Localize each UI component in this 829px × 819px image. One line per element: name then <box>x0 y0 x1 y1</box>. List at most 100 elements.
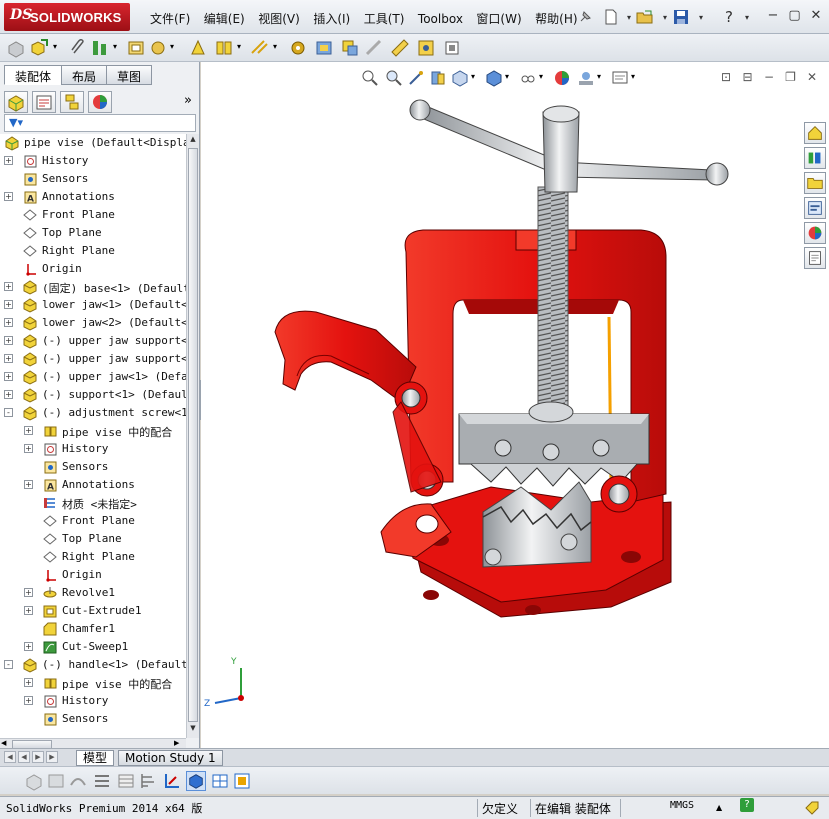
chevron-down-icon[interactable]: ▾ <box>690 6 712 28</box>
menu-file[interactable]: 文件(F) <box>146 9 194 28</box>
units-selector[interactable]: MMGS <box>670 800 694 811</box>
property-manager-tab[interactable] <box>32 91 56 113</box>
chevron-down-icon[interactable]: ▾ <box>237 42 241 51</box>
tree-item[interactable]: + (-) upper jaw support<1> <box>0 332 186 350</box>
tree-item[interactable]: Right Plane <box>0 548 186 566</box>
tree-item[interactable]: + Cut-Sweep1 <box>0 638 186 656</box>
tree-item[interactable]: + Cut-Extrude1 <box>0 602 186 620</box>
tab-layout[interactable]: 布局 <box>61 65 108 85</box>
expand-icon[interactable]: + <box>24 426 33 435</box>
expand-icon[interactable]: + <box>4 300 13 309</box>
options-gear-icon[interactable] <box>288 38 308 58</box>
tree-item[interactable]: Sensors <box>0 458 186 476</box>
expand-icon[interactable]: + <box>4 372 13 381</box>
graphics-area[interactable]: ▾ ▾ ▾ ▾ ▾ ⊡ ⊟ − ❐ ✕ Y Z <box>201 62 829 748</box>
expand-icon[interactable]: + <box>24 606 33 615</box>
expand-icon[interactable]: + <box>24 696 33 705</box>
smart-fasteners-icon[interactable] <box>90 38 110 58</box>
first-tab-icon[interactable]: ◀ <box>4 751 16 763</box>
next-tab-icon[interactable]: ▶ <box>32 751 44 763</box>
restore-icon[interactable]: ▢ <box>786 8 804 24</box>
3d-sketch-icon[interactable] <box>24 771 44 791</box>
scroll-thumb[interactable] <box>188 148 198 722</box>
tab-model[interactable]: 模型 <box>76 750 115 766</box>
tree-item[interactable]: + (固定) base<1> (Default< <box>0 278 186 296</box>
new-assembly-icon[interactable] <box>30 38 50 58</box>
bill-of-materials-icon[interactable] <box>314 38 334 58</box>
tree-item[interactable]: + History <box>0 692 186 710</box>
tree-item[interactable]: Right Plane <box>0 242 186 260</box>
tree-item[interactable]: Sensors <box>0 170 186 188</box>
expand-icon[interactable]: + <box>24 678 33 687</box>
expand-icon[interactable]: + <box>4 282 13 291</box>
filter-icon[interactable]: ▼▾ <box>9 116 23 129</box>
paperclip-icon[interactable] <box>68 38 88 58</box>
tree-item[interactable]: Chamfer1 <box>0 620 186 638</box>
interference-icon[interactable] <box>340 38 360 58</box>
close-icon[interactable]: ✕ <box>807 8 825 24</box>
chevron-down-icon[interactable]: ▾ <box>113 42 117 51</box>
tree-item[interactable]: Origin <box>0 260 186 278</box>
tree-item[interactable]: + pipe vise 中的配合 <box>0 674 186 692</box>
tree-item[interactable]: + A Annotations <box>0 476 186 494</box>
menu-view[interactable]: 视图(V) <box>254 9 304 28</box>
solidworks-logo[interactable]: DS SOLIDWORKS <box>4 3 130 31</box>
tree-item[interactable]: Top Plane <box>0 530 186 548</box>
tab-assembly[interactable]: 装配体 <box>4 65 63 85</box>
section-icon[interactable] <box>232 771 252 791</box>
move-component-icon[interactable] <box>148 38 168 58</box>
double-chevron-right-icon[interactable]: » <box>184 93 192 108</box>
axis-icon[interactable] <box>162 771 182 791</box>
pin-icon[interactable] <box>574 6 596 28</box>
lightweight-icon[interactable] <box>68 771 88 791</box>
minimize-icon[interactable]: − <box>764 8 782 24</box>
expand-icon[interactable]: + <box>24 444 33 453</box>
tree-item[interactable]: pipe vise (Default<Display <box>0 134 186 152</box>
last-tab-icon[interactable]: ▶ <box>46 751 58 763</box>
tree-item[interactable]: + History <box>0 152 186 170</box>
table-icon[interactable] <box>116 771 136 791</box>
open-folder-icon[interactable] <box>634 6 656 28</box>
chevron-down-icon[interactable]: ▾ <box>736 6 758 28</box>
reference-geometry-icon[interactable] <box>250 38 270 58</box>
help-status-icon[interactable]: ? <box>740 798 754 812</box>
tree-item[interactable]: + A Annotations <box>0 188 186 206</box>
units-arrow-icon[interactable]: ▲ <box>716 803 722 812</box>
instant3d-icon[interactable] <box>442 38 462 58</box>
mate-icon[interactable] <box>214 38 234 58</box>
tree-item[interactable]: Origin <box>0 566 186 584</box>
scroll-right-icon[interactable]: ▶ <box>174 739 179 747</box>
insert-component-icon[interactable] <box>6 38 26 58</box>
save-icon[interactable] <box>670 6 692 28</box>
chevron-down-icon[interactable]: ▾ <box>273 42 277 51</box>
tab-sketch[interactable]: 草图 <box>106 65 153 85</box>
tree-item[interactable]: + lower jaw<1> (Default<<D <box>0 296 186 314</box>
tree-item[interactable]: - (-) adjustment screw<1> <box>0 404 186 422</box>
menu-tools[interactable]: 工具(T) <box>360 9 409 28</box>
collapse-icon[interactable]: - <box>4 408 13 417</box>
tree-item[interactable]: + (-) support<1> (Default< <box>0 386 186 404</box>
expand-icon[interactable]: + <box>4 318 13 327</box>
expand-icon[interactable]: + <box>4 156 13 165</box>
explode-view-icon[interactable] <box>126 38 146 58</box>
list-icon[interactable] <box>92 771 112 791</box>
shaded-view-icon[interactable] <box>186 771 206 791</box>
expand-icon[interactable]: + <box>4 390 13 399</box>
menu-insert[interactable]: 插入(I) <box>309 9 354 28</box>
chevron-down-icon[interactable]: ▾ <box>53 42 57 51</box>
tree-item[interactable]: + History <box>0 440 186 458</box>
expand-icon[interactable]: + <box>4 192 13 201</box>
scroll-down-icon[interactable]: ▼ <box>188 724 198 736</box>
tree-item[interactable]: Front Plane <box>0 206 186 224</box>
measure-icon[interactable] <box>390 38 410 58</box>
expand-icon[interactable]: + <box>24 588 33 597</box>
prev-tab-icon[interactable]: ◀ <box>18 751 30 763</box>
collapse-icon[interactable]: - <box>4 660 13 669</box>
tree-item[interactable]: + Revolve1 <box>0 584 186 602</box>
tree-item[interactable]: Sensors <box>0 710 186 728</box>
feature-manager-tab[interactable] <box>4 91 28 113</box>
tree-filter[interactable]: ▼▾ <box>4 114 196 132</box>
tab-motion-study[interactable]: Motion Study 1 <box>118 750 223 766</box>
tree-item[interactable]: Top Plane <box>0 224 186 242</box>
tree-item[interactable]: + (-) upper jaw support<2> <box>0 350 186 368</box>
